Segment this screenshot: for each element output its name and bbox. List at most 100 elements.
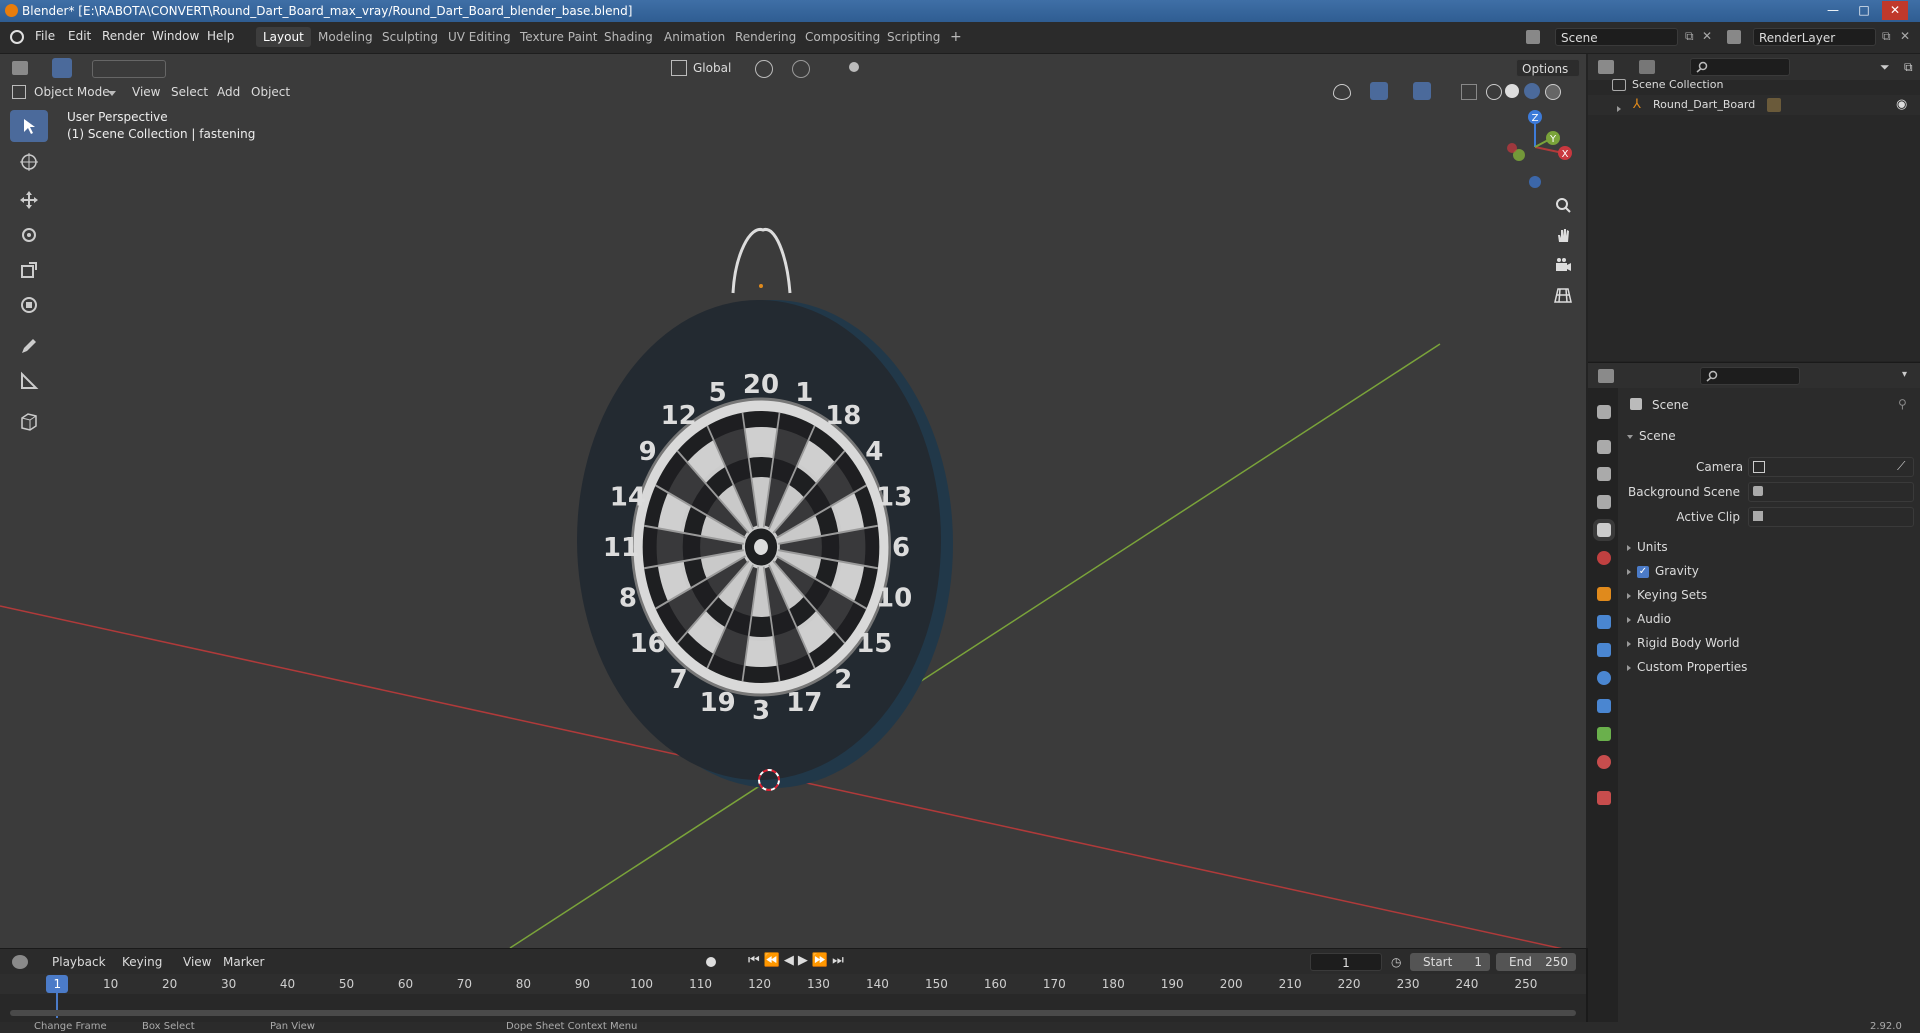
scene-icon[interactable] — [1526, 30, 1540, 44]
output-tab-icon[interactable] — [1597, 467, 1611, 481]
renderlayer-field[interactable]: RenderLayer — [1753, 28, 1876, 46]
proportional-edit-icon[interactable] — [849, 62, 859, 72]
solid-shading-icon[interactable] — [1505, 84, 1519, 98]
tab-animation[interactable]: Animation — [657, 27, 732, 47]
keying-sets-panel-header[interactable]: Keying Sets — [1627, 588, 1707, 602]
record-icon[interactable] — [706, 957, 716, 967]
end-frame-field[interactable]: End 250 — [1496, 953, 1576, 971]
visibility-eye-icon[interactable] — [1333, 84, 1351, 100]
render-tab-icon[interactable] — [1597, 440, 1611, 454]
move-tool[interactable] — [10, 184, 48, 216]
editor-type-icon[interactable] — [1598, 60, 1614, 74]
xray-toggle-icon[interactable] — [1461, 84, 1477, 100]
units-panel-header[interactable]: Units — [1627, 540, 1668, 554]
overlay-toggle-icon[interactable] — [1413, 82, 1431, 100]
minimize-button[interactable]: — — [1820, 1, 1846, 20]
physics-tab-icon[interactable] — [1597, 671, 1611, 685]
wireframe-shading-icon[interactable] — [1486, 84, 1502, 100]
tab-compositing[interactable]: Compositing — [798, 27, 887, 47]
rendered-shading-icon[interactable] — [1545, 84, 1561, 100]
particles-tab-icon[interactable] — [1597, 643, 1611, 657]
menu-select[interactable]: Select — [171, 85, 208, 99]
perspective-toggle-button[interactable] — [1550, 282, 1576, 308]
add-cube-tool[interactable] — [10, 405, 48, 437]
delete-renderlayer-icon[interactable]: ✕ — [1900, 29, 1910, 43]
scene-field[interactable]: Scene — [1555, 28, 1678, 46]
world-tab-icon[interactable] — [1597, 551, 1611, 565]
tool-tab-icon[interactable] — [1597, 405, 1611, 419]
rigid-body-world-panel-header[interactable]: Rigid Body World — [1627, 636, 1740, 650]
snap-icon[interactable] — [792, 60, 810, 78]
mode-dropdown[interactable]: Object Mode — [34, 85, 110, 99]
view-layer-tab-icon[interactable] — [1597, 495, 1611, 509]
scene-panel-header[interactable]: Scene — [1627, 429, 1676, 443]
background-scene-field[interactable] — [1748, 482, 1914, 502]
eyedropper-icon[interactable]: ⟋ — [1897, 459, 1905, 474]
tab-modeling[interactable]: Modeling — [311, 27, 380, 47]
clock-icon[interactable]: ◷ — [1391, 955, 1401, 969]
tab-texture-paint[interactable]: Texture Paint — [513, 27, 604, 47]
annotate-tool[interactable] — [10, 330, 48, 362]
outliner-search-input[interactable] — [1690, 58, 1790, 76]
tab-shading[interactable]: Shading — [597, 27, 660, 47]
texture-tab-icon[interactable] — [1597, 791, 1611, 805]
object-tab-icon[interactable] — [1597, 587, 1611, 601]
select-tool-icon[interactable] — [52, 58, 72, 78]
pivot-point-icon[interactable] — [755, 60, 773, 78]
renderlayer-icon[interactable] — [1727, 30, 1741, 44]
menu-marker[interactable]: Marker — [223, 955, 264, 969]
outliner-item-label[interactable]: Round_Dart_Board — [1653, 98, 1755, 111]
gizmo-toggle-icon[interactable] — [1370, 82, 1388, 100]
display-mode-icon[interactable] — [1639, 60, 1655, 74]
expand-arrow-icon[interactable] — [1617, 101, 1627, 115]
select-box-tool[interactable] — [10, 110, 48, 142]
menu-keying[interactable]: Keying — [122, 955, 162, 969]
tab-rendering[interactable]: Rendering — [728, 27, 803, 47]
start-frame-field[interactable]: Start 1 — [1410, 953, 1490, 971]
menu-help[interactable]: Help — [207, 29, 234, 43]
scale-tool[interactable] — [10, 254, 48, 286]
navigation-gizmo[interactable]: Z X Y — [1495, 105, 1575, 190]
menu-file[interactable]: File — [35, 29, 55, 43]
custom-properties-panel-header[interactable]: Custom Properties — [1627, 660, 1747, 674]
modifier-tab-icon[interactable] — [1597, 615, 1611, 629]
menu-window[interactable]: Window — [152, 29, 199, 43]
gravity-panel-header[interactable]: ✓ Gravity — [1627, 564, 1699, 578]
camera-view-button[interactable] — [1550, 252, 1576, 278]
playback-controls[interactable]: ⏮⏪◀▶⏩⏭ — [748, 953, 848, 968]
maximize-button[interactable]: □ — [1851, 1, 1877, 20]
tab-scripting[interactable]: Scripting — [880, 27, 947, 47]
material-tab-icon[interactable] — [1597, 755, 1611, 769]
menu-view[interactable]: View — [132, 85, 160, 99]
data-tab-icon[interactable] — [1597, 727, 1611, 741]
timeline[interactable]: 1 10 20 30 40 50 60 70 80 90 100 110 120 130 140 150 160… — [0, 974, 1586, 1022]
scene-tab-icon[interactable] — [1597, 523, 1611, 537]
constraints-tab-icon[interactable] — [1597, 699, 1611, 713]
properties-search-input[interactable] — [1700, 367, 1800, 385]
camera-field[interactable]: ⟋ — [1748, 457, 1914, 477]
cursor-tool[interactable] — [10, 146, 48, 178]
timeline-scrollbar[interactable] — [10, 1010, 1576, 1016]
filter-icon[interactable]: ⏷ — [1880, 60, 1890, 75]
editor-type-icon[interactable] — [12, 955, 28, 969]
menu-playback[interactable]: Playback — [52, 955, 106, 969]
selection-mode-icons[interactable] — [92, 60, 166, 78]
current-frame-field[interactable]: 1 — [1310, 953, 1382, 971]
new-collection-icon[interactable]: ⧉ — [1904, 60, 1913, 75]
blender-menu-icon[interactable] — [10, 30, 24, 44]
add-workspace-button[interactable]: + — [943, 27, 969, 47]
pin-icon[interactable]: ⚲ — [1898, 397, 1907, 411]
options-dropdown[interactable]: Options — [1516, 59, 1580, 77]
visibility-eye-icon[interactable]: ◉ — [1896, 97, 1907, 112]
menu-edit[interactable]: Edit — [68, 29, 91, 43]
audio-panel-header[interactable]: Audio — [1627, 612, 1671, 626]
pan-button[interactable] — [1550, 222, 1576, 248]
transform-orientation-dropdown[interactable]: Global — [693, 61, 731, 75]
menu-object[interactable]: Object — [251, 85, 290, 99]
menu-view[interactable]: View — [183, 955, 211, 969]
active-clip-field[interactable] — [1748, 507, 1914, 527]
dartboard-object[interactable]: 20 1 184 13 6 10 152 17 3 19 716 8 11 14 912 5 — [565, 225, 1015, 795]
new-scene-icon[interactable]: ⧉ — [1685, 29, 1694, 44]
chevron-down-icon[interactable]: ▾ — [1902, 369, 1907, 380]
zoom-button[interactable] — [1550, 192, 1576, 218]
